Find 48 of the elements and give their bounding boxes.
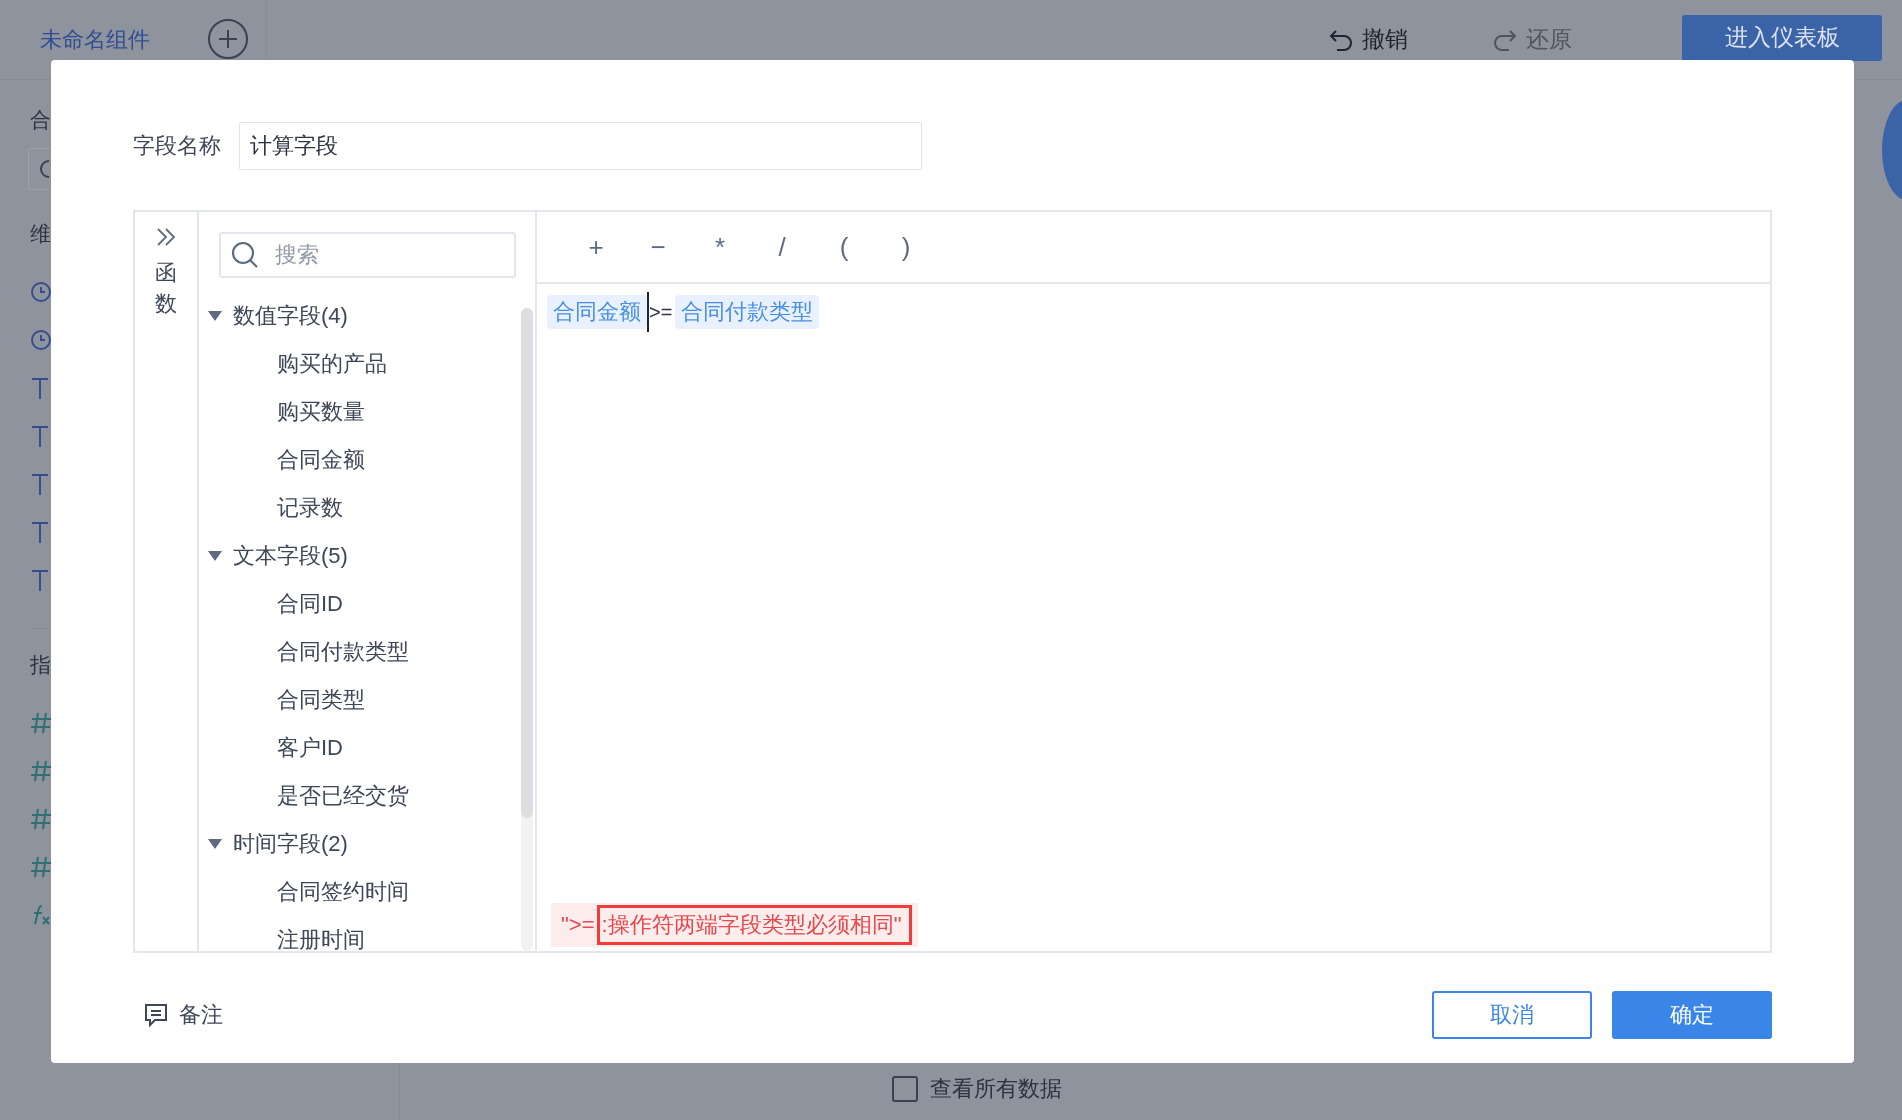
function-tab[interactable]: 函数 <box>155 258 177 320</box>
field-item[interactable]: 合同付款类型 <box>277 628 409 676</box>
enter-dashboard-button[interactable]: 进入仪表板 <box>1682 14 1882 61</box>
section-heading: 合 <box>30 107 51 133</box>
tree-group[interactable]: 数值字段(4) <box>233 301 348 331</box>
field-name-input[interactable]: 计算字段 <box>239 122 922 170</box>
field-item[interactable]: 注册时间 <box>277 916 365 951</box>
collapse-triangle-icon[interactable] <box>207 310 223 322</box>
field-item[interactable]: 购买的产品 <box>277 340 387 388</box>
section-heading: 维 <box>30 221 51 247</box>
operator-button[interactable]: ( <box>825 231 863 263</box>
field-name-label: 字段名称 <box>133 132 221 160</box>
expand-icon[interactable] <box>155 226 177 248</box>
operator-button[interactable]: / <box>763 231 801 263</box>
undo-icon <box>1328 27 1354 52</box>
field-item[interactable]: 合同签约时间 <box>277 868 409 916</box>
tree-group[interactable]: 文本字段(5) <box>233 541 348 571</box>
collapse-triangle-icon[interactable] <box>207 550 223 562</box>
redo-icon <box>1492 27 1518 52</box>
highlighted-error-message: :操作符两端字段类型必须相同" <box>596 905 913 945</box>
scrollbar[interactable] <box>521 308 533 951</box>
operator-button[interactable]: + <box>577 231 615 263</box>
field-item[interactable]: 客户ID <box>277 724 343 772</box>
field-item[interactable]: 合同金额 <box>277 436 365 484</box>
plus-icon <box>218 28 238 49</box>
comment-icon <box>143 1002 169 1028</box>
formula-operator: >= <box>649 300 673 324</box>
cancel-button[interactable]: 取消 <box>1432 991 1592 1039</box>
operator-button[interactable]: * <box>701 231 739 263</box>
field-item[interactable]: 合同ID <box>277 580 343 628</box>
note-button[interactable]: 备注 <box>133 1000 223 1030</box>
search-icon <box>231 241 259 269</box>
undo-button[interactable]: 撤销 <box>1328 24 1408 55</box>
collapse-triangle-icon[interactable] <box>207 838 223 850</box>
section-heading: 指 <box>30 652 51 678</box>
operator-button[interactable]: ) <box>887 231 925 263</box>
field-item[interactable]: 记录数 <box>277 484 343 532</box>
error-message: ">= <box>561 912 595 938</box>
confirm-button[interactable]: 确定 <box>1612 991 1772 1039</box>
tree-group[interactable]: 时间字段(2) <box>233 829 348 859</box>
search-field[interactable] <box>28 148 50 190</box>
add-button[interactable] <box>208 18 248 59</box>
field-item[interactable]: 购买数量 <box>277 388 365 436</box>
field-item[interactable]: 合同类型 <box>277 676 365 724</box>
checkbox-label: 查看所有数据 <box>930 1075 1062 1103</box>
checkbox[interactable] <box>892 1076 918 1102</box>
field-item[interactable]: 是否已经交货 <box>277 772 409 820</box>
operator-button[interactable]: − <box>639 231 677 263</box>
